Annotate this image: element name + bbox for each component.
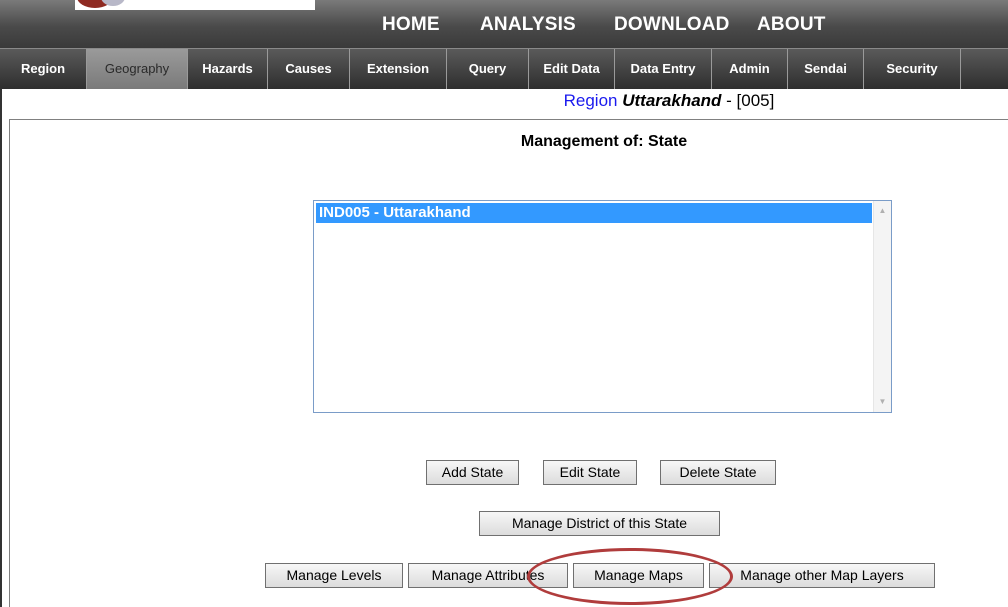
site-logo[interactable] bbox=[75, 0, 315, 10]
manage-levels-button[interactable]: Manage Levels bbox=[265, 563, 403, 588]
tab-causes[interactable]: Causes bbox=[268, 49, 350, 89]
tab-extension[interactable]: Extension bbox=[350, 49, 447, 89]
header-bar: HOME ANALYSIS DOWNLOAD ABOUT bbox=[0, 0, 1008, 48]
nav-download[interactable]: DOWNLOAD bbox=[614, 14, 730, 36]
delete-state-button[interactable]: Delete State bbox=[660, 460, 776, 485]
top-nav: HOME ANALYSIS DOWNLOAD ABOUT bbox=[0, 14, 1008, 44]
tab-query[interactable]: Query bbox=[447, 49, 529, 89]
state-listbox[interactable]: IND005 - Uttarakhand ▲ ▼ bbox=[313, 200, 892, 413]
tab-region[interactable]: Region bbox=[0, 49, 87, 89]
region-code: - [005] bbox=[726, 91, 775, 110]
nav-about[interactable]: ABOUT bbox=[757, 14, 826, 36]
nav-analysis[interactable]: ANALYSIS bbox=[480, 14, 576, 36]
region-name: Uttarakhand bbox=[622, 91, 722, 110]
tab-edit-data[interactable]: Edit Data bbox=[529, 49, 615, 89]
region-label: Region bbox=[563, 91, 618, 110]
management-title: Management of: State bbox=[520, 133, 688, 150]
edit-state-button[interactable]: Edit State bbox=[543, 460, 637, 485]
scroll-up-icon[interactable]: ▲ bbox=[874, 203, 891, 219]
manage-other-map-layers-button[interactable]: Manage other Map Layers bbox=[709, 563, 935, 588]
page-left-border bbox=[0, 88, 2, 607]
tab-hazards[interactable]: Hazards bbox=[188, 49, 268, 89]
listbox-scrollbar[interactable]: ▲ ▼ bbox=[873, 201, 891, 412]
add-state-button[interactable]: Add State bbox=[426, 460, 519, 485]
region-heading: Region Uttarakhand - [005] bbox=[0, 91, 1008, 111]
nav-home[interactable]: HOME bbox=[382, 14, 440, 36]
tab-sendai[interactable]: Sendai bbox=[788, 49, 864, 89]
list-item[interactable]: IND005 - Uttarakhand bbox=[316, 203, 872, 223]
tab-data-entry[interactable]: Data Entry bbox=[615, 49, 712, 89]
tab-admin[interactable]: Admin bbox=[712, 49, 788, 89]
manage-district-button[interactable]: Manage District of this State bbox=[479, 511, 720, 536]
scroll-down-icon[interactable]: ▼ bbox=[874, 394, 891, 410]
module-tabbar: Region Geography Hazards Causes Extensio… bbox=[0, 48, 1008, 89]
manage-attributes-button[interactable]: Manage Attributes bbox=[408, 563, 568, 588]
tab-geography[interactable]: Geography bbox=[87, 49, 188, 89]
tab-security[interactable]: Security bbox=[864, 49, 961, 89]
manage-maps-button[interactable]: Manage Maps bbox=[573, 563, 704, 588]
